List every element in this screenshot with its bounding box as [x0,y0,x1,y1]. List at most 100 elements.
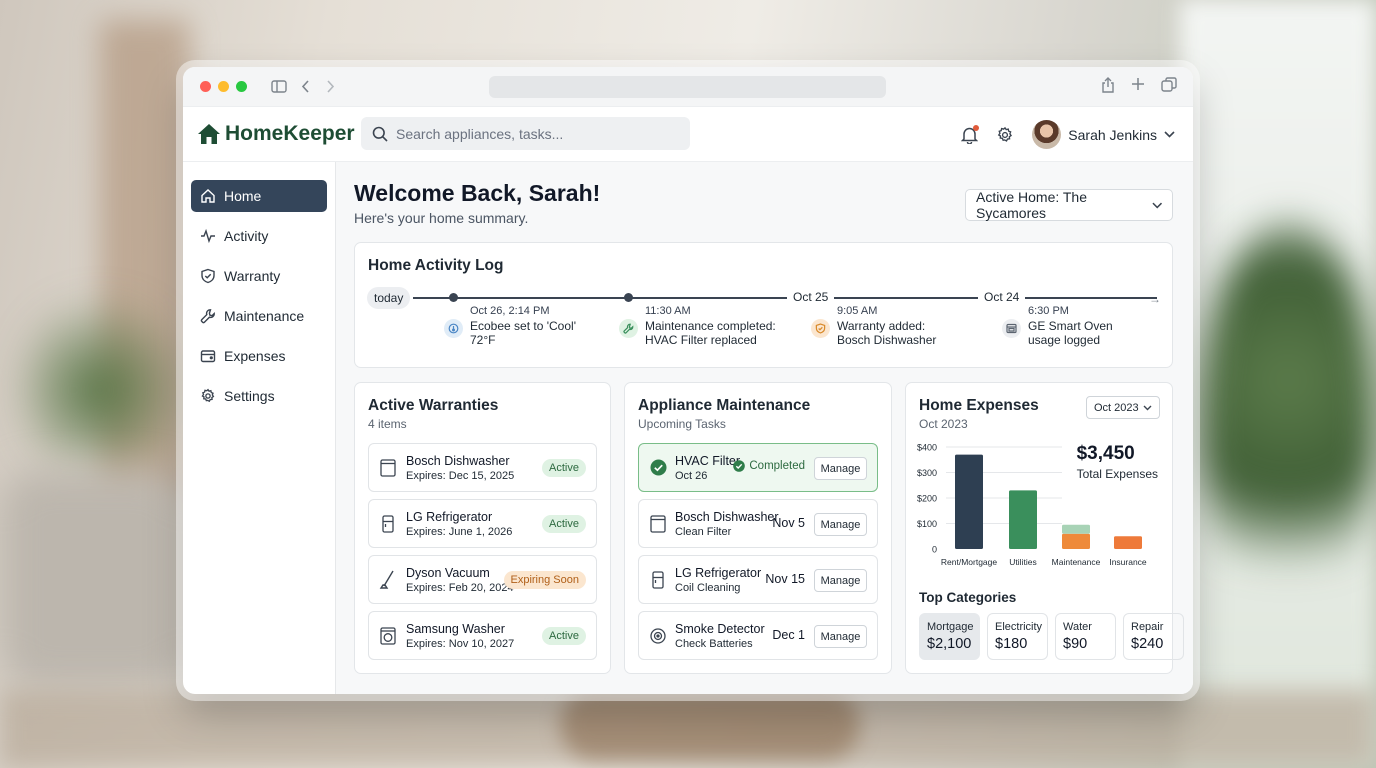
chevron-down-icon [1143,405,1152,410]
share-icon[interactable] [1101,77,1115,98]
activity-event[interactable]: 6:30 PM GE Smart Oven usage logged [1002,305,1113,347]
manage-button[interactable]: Manage [814,513,867,536]
task-name: HVAC Filter [675,453,741,468]
event-text: Ecobee set to 'Cool' 72°F [470,319,576,347]
maintenance-task[interactable]: HVAC Filter Oct 26 Completed Manage [638,443,878,492]
maintenance-title: Appliance Maintenance [638,397,811,414]
category-value: $240 [1131,636,1164,652]
search-bar[interactable] [361,117,690,150]
house-icon [201,189,215,203]
warranty-item[interactable]: LG Refrigerator Expires: June 1, 2026 Act… [368,499,597,548]
status-badge: Expiring Soon [503,571,586,589]
main-content: Welcome Back, Sarah! Here's your home su… [336,162,1193,694]
sidebar-toggle-icon[interactable] [271,80,287,93]
timeline-line [413,297,1157,299]
fridge-icon [649,570,667,589]
settings-button[interactable] [996,126,1014,144]
sidebar-item-home[interactable]: Home [191,180,327,212]
category-tile-electricity[interactable]: Electricity $180 [987,613,1048,660]
category-name: Electricity [995,621,1043,633]
minimize-window-button[interactable] [218,81,229,92]
task-detail: Coil Cleaning [675,581,741,594]
event-text: Maintenance completed: HVAC Filter replac… [645,319,776,347]
category-name: Repair [1131,621,1164,633]
warranty-name: LG Refrigerator [406,509,493,524]
check-circle-icon [649,459,667,476]
month-select[interactable]: Oct 2023 [1086,396,1160,419]
smoke-detector-icon [649,627,667,644]
manage-button[interactable]: Manage [814,625,867,648]
sidebar-item-label: Settings [224,388,275,404]
event-time: Oct 26, 2:14 PM [470,305,550,317]
fridge-icon [379,514,397,533]
user-menu[interactable]: Sarah Jenkins [1032,120,1175,149]
house-logo-icon [198,124,220,144]
event-text: GE Smart Oven usage logged [1028,319,1113,347]
category-tile-mortgage[interactable]: Mortgage $2,100 [919,613,980,660]
total-expenses: $3,450 Total Expenses [1077,443,1158,481]
timeline-date: Oct 25 [787,290,835,304]
wrench-icon [200,309,215,324]
sidebar-item-warranty[interactable]: Warranty [191,260,327,292]
chart-bar [955,454,983,549]
notification-badge [973,124,980,131]
chart-bar [1062,533,1090,549]
maintenance-task[interactable]: Bosch Dishwasher Clean Filter Nov 5 Manag… [638,499,878,548]
status-badge: Active [542,459,586,477]
task-detail: Check Batteries [675,637,753,650]
category-tile-repair[interactable]: Repair $240 [1123,613,1184,660]
task-name: Bosch Dishwasher [675,509,779,524]
manage-button[interactable]: Manage [814,457,867,480]
sidebar-item-maintenance[interactable]: Maintenance [191,300,327,332]
active-home-select[interactable]: Active Home: The Sycamores [965,189,1173,221]
chart-y-tick-label: $400 [917,443,937,453]
chart-x-tick-label: Maintenance [1052,557,1101,567]
washer-icon [379,626,397,645]
maximize-window-button[interactable] [236,81,247,92]
avatar [1032,120,1062,149]
month-select-label: Oct 2023 [1094,401,1139,414]
chart-y-tick-label: 0 [932,545,937,555]
app-logo[interactable]: HomeKeeper [197,122,355,146]
notifications-button[interactable] [961,124,980,144]
forward-icon[interactable] [325,80,335,93]
gear-icon [998,126,1013,142]
warranties-count: 4 items [368,417,407,431]
sidebar: Home Activity Warranty Maintenance Expen… [183,162,336,694]
pulse-icon [201,228,215,244]
chart-bar [1009,490,1037,549]
sidebar-item-activity[interactable]: Activity [191,220,327,252]
warranty-item[interactable]: Dyson Vacuum Expires: Feb 20, 2024 Expiri… [368,555,597,604]
activity-event[interactable]: 9:05 AM Warranty added: Bosch Dishwasher [811,305,936,347]
sidebar-item-expenses[interactable]: Expenses [191,340,327,372]
expenses-subtitle: Oct 2023 [919,417,968,431]
wallet-icon [200,350,216,363]
activity-event[interactable]: Oct 26, 2:14 PM Ecobee set to 'Cool' 72°F [444,305,576,347]
app-name: HomeKeeper [225,122,355,145]
address-bar[interactable] [489,76,886,98]
chart-x-tick-label: Utilities [1009,557,1036,567]
sidebar-item-label: Home [224,188,262,204]
sidebar-item-label: Maintenance [224,308,305,324]
warranty-item[interactable]: Samsung Washer Expires: Nov 10, 2027 Acti… [368,611,597,660]
close-window-button[interactable] [200,81,211,92]
thermostat-icon [444,319,463,338]
new-tab-icon[interactable] [1131,77,1145,98]
sidebar-item-settings[interactable]: Settings [191,380,327,412]
shield-icon [201,268,215,284]
vacuum-icon [379,570,397,590]
timeline-arrow-icon: → [1149,292,1161,306]
activity-timeline: → today Oct 25 Oct 24 Oct 26, 2:14 PM Ec… [367,287,1161,357]
maintenance-task[interactable]: Smoke Detector Check Batteries Dec 1 Mana… [638,611,878,660]
maintenance-subtitle: Upcoming Tasks [638,417,726,431]
category-value: $180 [995,636,1028,652]
activity-event[interactable]: 11:30 AM Maintenance completed: HVAC Filt… [619,305,776,347]
back-icon[interactable] [301,80,311,93]
search-input[interactable] [396,125,676,142]
tabs-overview-icon[interactable] [1161,77,1177,98]
category-tile-water[interactable]: Water $90 [1055,613,1116,660]
sidebar-item-label: Warranty [224,268,281,284]
warranty-item[interactable]: Bosch Dishwasher Expires: Dec 15, 2025 Ac… [368,443,597,492]
manage-button[interactable]: Manage [814,569,867,592]
maintenance-task[interactable]: LG Refrigerator Coil Cleaning Nov 15 Mana… [638,555,878,604]
